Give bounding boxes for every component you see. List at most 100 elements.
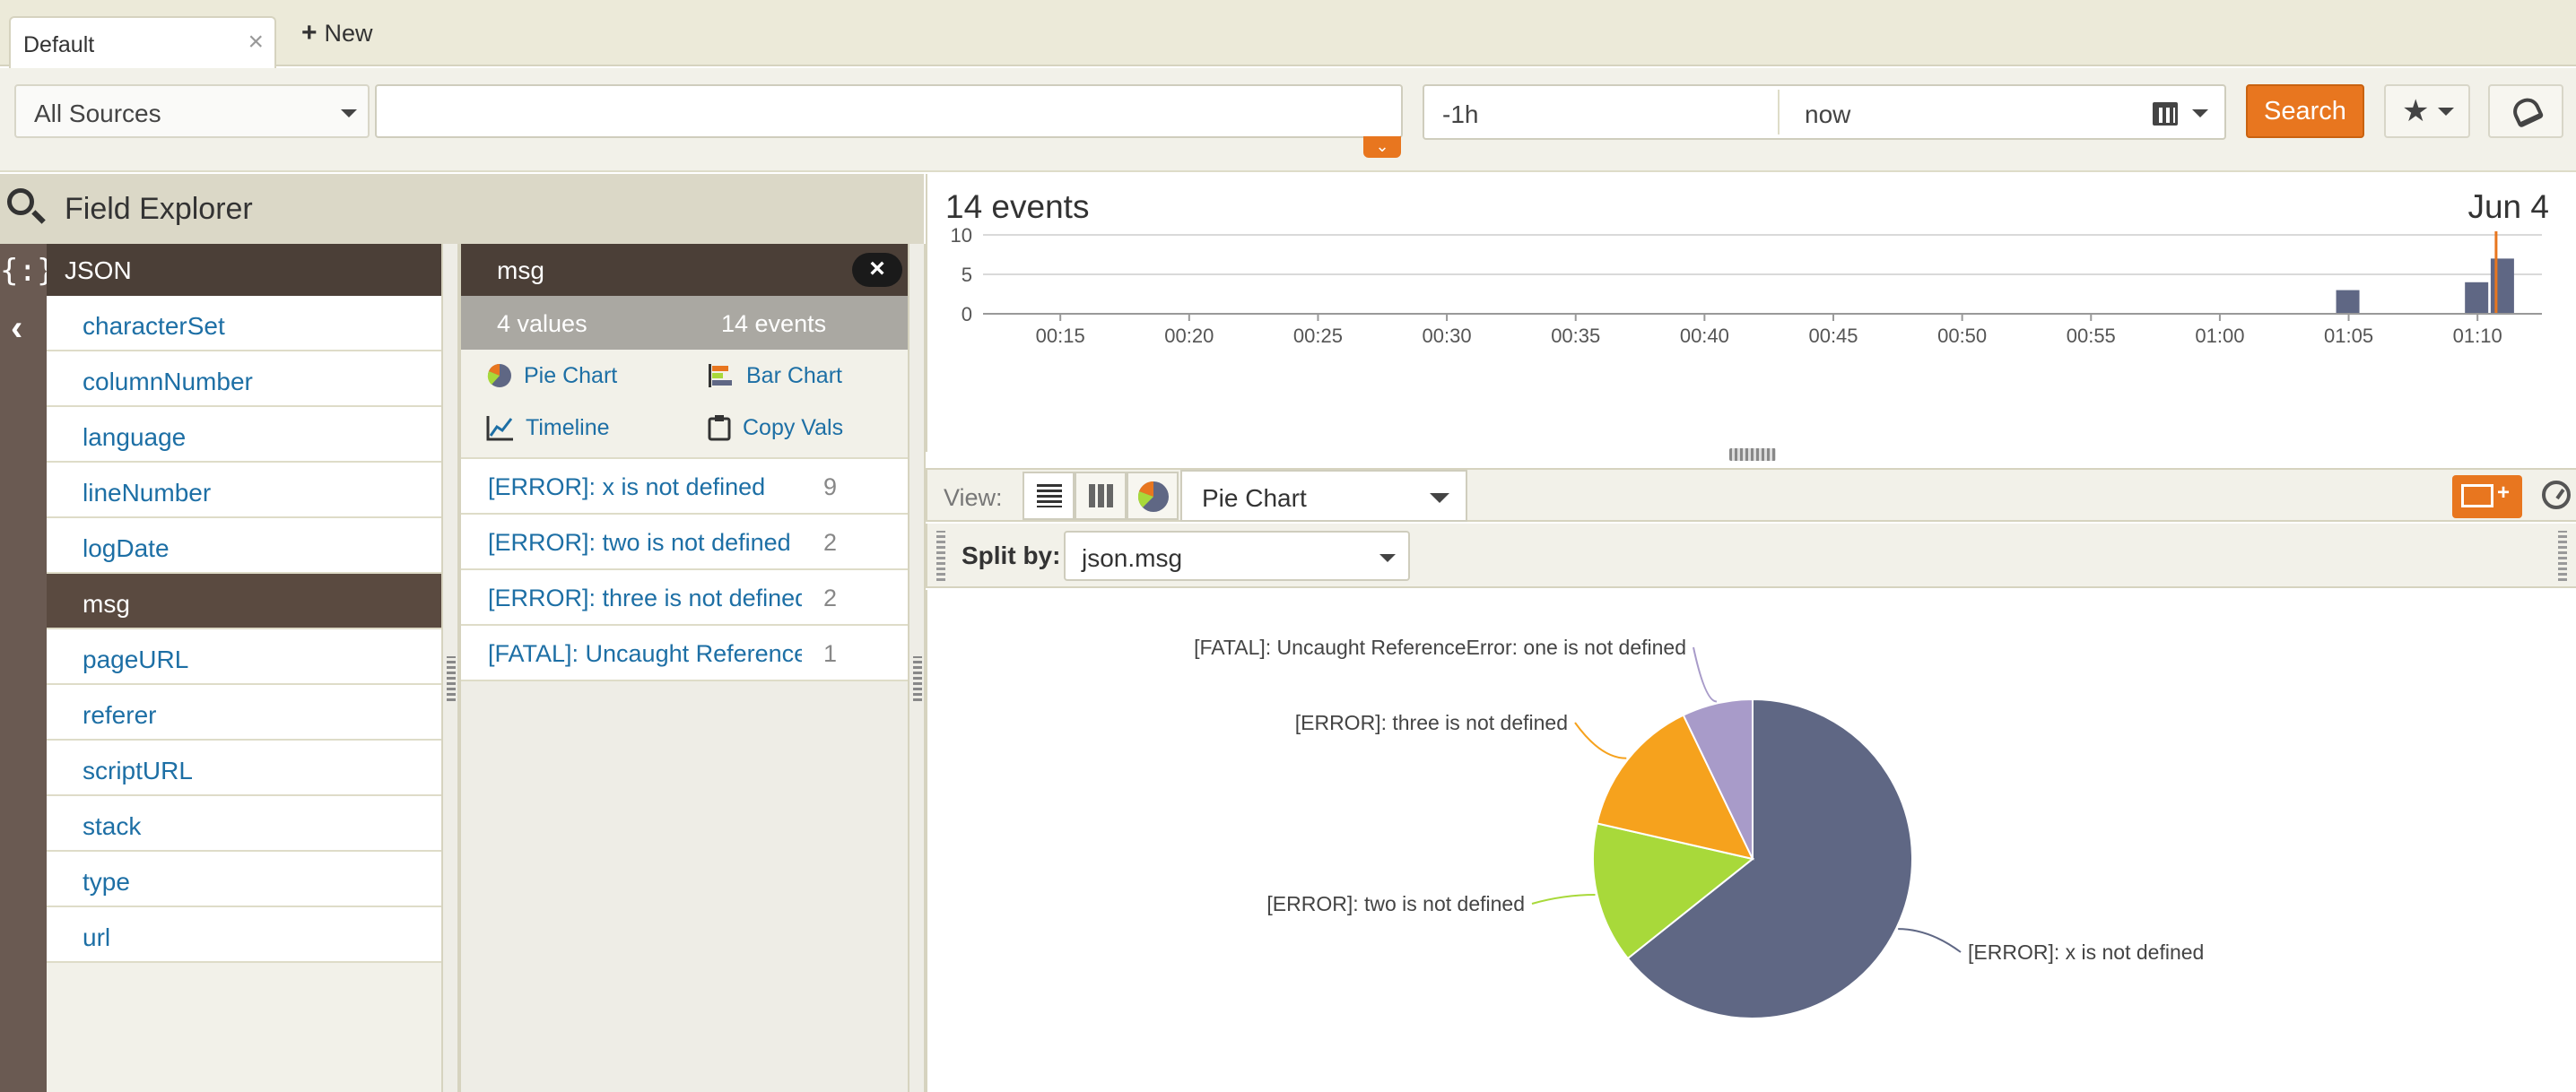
copy-vals-link[interactable]: Copy Vals [707,414,843,441]
y-tick-label: 0 [962,303,972,325]
field-item-type[interactable]: type [47,852,441,907]
y-tick-label: 10 [951,228,972,247]
grip-icon[interactable] [913,656,922,701]
copy-vals-label: Copy Vals [743,414,844,440]
view-label: View: [944,484,1003,511]
events-count: 14 events [721,310,827,337]
chevron-down-icon[interactable] [2192,109,2208,117]
field-group-header: JSON [47,244,441,296]
events-count-title: 14 events [945,188,1090,225]
split-by-select[interactable]: json.msg [1064,531,1410,581]
field-item-scriptURL[interactable]: scriptURL [47,741,441,796]
values-count: 4 values [497,310,587,337]
grid-icon [1089,484,1114,507]
dashboard-icon [2461,484,2493,507]
x-tick-label: 00:15 [1036,325,1085,347]
value-text[interactable]: [ERROR]: three is not defined [488,585,802,612]
histogram-chart[interactable]: 10 5 0 00:15 00:20 00:25 00:30 00:35 00:40 00:45 0… [927,228,2576,443]
value-row[interactable]: [ERROR]: x is not defined 9 [461,459,908,515]
visualization-select[interactable]: Pie Chart [1180,470,1467,522]
time-range-picker[interactable]: -1h now [1423,84,2226,140]
bar-chart-link[interactable]: Bar Chart [707,362,842,389]
search-icon[interactable] [7,188,34,215]
list-view-button[interactable] [1023,472,1075,520]
chevron-left-icon[interactable]: ‹ [11,308,22,349]
histogram-bar [2490,258,2514,314]
field-item-msg[interactable]: msg [47,574,441,629]
timeline-label: Timeline [526,414,610,440]
search-button[interactable]: Search [2246,84,2364,138]
value-count: 2 [823,585,838,611]
clock-icon[interactable] [2542,481,2571,509]
grip-icon[interactable] [2558,531,2567,581]
grip-icon[interactable] [936,531,945,581]
x-tick-label: 00:30 [1423,325,1472,347]
field-item-url[interactable]: url [47,907,441,963]
add-to-dashboard-button[interactable]: + [2452,475,2522,518]
new-tab-button[interactable]: + New [301,18,373,48]
time-from-field[interactable]: -1h [1442,100,1478,129]
field-item-stack[interactable]: stack [47,796,441,852]
close-icon[interactable]: × [248,27,264,57]
tab-default[interactable]: Default × [9,16,276,68]
value-count: 2 [823,529,838,556]
field-item-lineNumber[interactable]: lineNumber [47,463,441,518]
grip-icon[interactable] [447,656,456,701]
timeline-link[interactable]: Timeline [486,414,610,441]
split-by-value: json.msg [1082,544,1183,572]
double-chevron-down-icon: ⌄ [1375,137,1389,155]
field-item-pageURL[interactable]: pageURL [47,629,441,685]
values-stats: 4 values 14 events [461,296,908,350]
field-item-columnNumber[interactable]: columnNumber [47,351,441,407]
visualization-value: Pie Chart [1202,484,1307,512]
clipboard-icon [708,415,731,441]
plus-icon: + [2497,481,2511,505]
sources-dropdown[interactable]: All Sources [14,84,370,138]
tab-label: Default [23,32,95,57]
histogram-bar [2336,290,2360,314]
value-row[interactable]: [ERROR]: two is not defined 2 [461,515,908,570]
pie-slice-label: [FATAL]: Uncaught ReferenceError: one is… [1194,636,1686,659]
timeline-icon [486,416,513,441]
pie-chart-label: Pie Chart [524,362,618,388]
favorites-button[interactable]: ★ [2384,84,2470,138]
value-row[interactable]: [ERROR]: three is not defined 2 [461,570,908,626]
histogram-bar [2465,282,2489,314]
list-icon [1037,484,1062,507]
plus-icon: + [301,18,318,48]
close-icon[interactable]: × [852,253,902,287]
sources-label: All Sources [34,100,161,127]
grid-view-button[interactable] [1075,472,1127,520]
value-text[interactable]: [ERROR]: x is not defined [488,473,802,501]
query-input[interactable] [375,84,1403,138]
split-by-bar: Split by: json.msg [926,524,2576,588]
field-item-characterSet[interactable]: characterSet [47,296,441,351]
field-item-logDate[interactable]: logDate [47,518,441,574]
json-icon[interactable]: {:} [0,253,55,289]
chevron-down-icon [1430,493,1449,503]
panel-splitter[interactable] [441,244,459,1092]
bar-chart-label: Bar Chart [746,362,842,388]
field-item-language[interactable]: language [47,407,441,463]
grip-icon[interactable] [1729,448,1776,461]
chart-view-button[interactable] [1127,472,1179,520]
field-item-referer[interactable]: referer [47,685,441,741]
time-to-field[interactable]: now [1805,100,1850,129]
values-panel-header: msg × [461,244,908,296]
field-explorer-header: Field Explorer [0,174,924,244]
time-divider [1778,90,1780,134]
pie-chart-link[interactable]: Pie Chart [486,362,617,389]
tab-bar: Default × + New [0,0,2576,68]
value-text[interactable]: [FATAL]: Uncaught ReferenceError: one is… [488,640,802,668]
pie-slice-label: [ERROR]: two is not defined [1266,892,1525,915]
pie-chart[interactable]: [ERROR]: x is not defined [ERROR]: two is… [927,590,2576,1092]
expand-query-button[interactable]: ⌄ [1363,136,1401,158]
value-text[interactable]: [ERROR]: two is not defined [488,529,802,557]
x-tick-label: 00:35 [1551,325,1600,347]
value-row[interactable]: [FATAL]: Uncaught ReferenceError: one is… [461,626,908,681]
pie-label-connector [1898,928,1962,953]
alert-button[interactable] [2488,84,2563,138]
calendar-icon[interactable] [2153,102,2178,126]
pie-chart-icon [487,364,511,387]
panel-splitter[interactable] [908,244,926,1092]
